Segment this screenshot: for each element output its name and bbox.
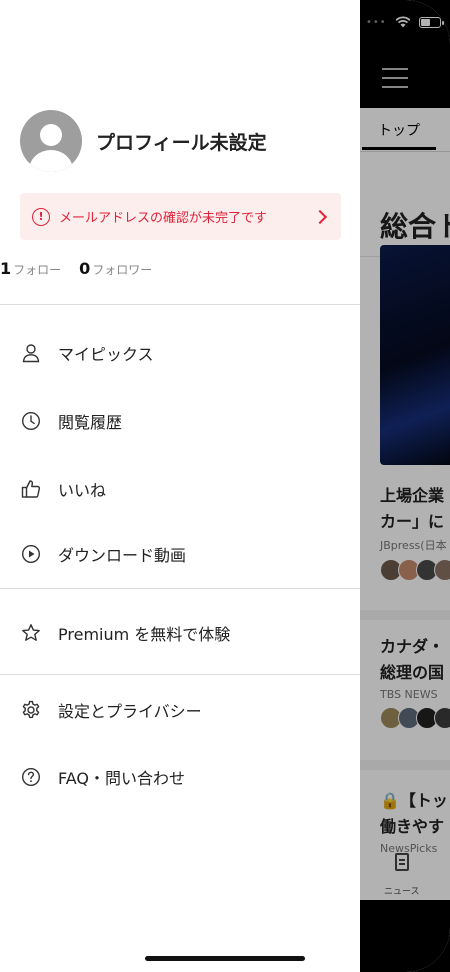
- question-circle-icon: [20, 766, 42, 788]
- play-circle-icon: [20, 543, 42, 565]
- divider: [0, 674, 360, 675]
- side-drawer: プロフィール未設定 ! メールアドレスの確認が未完了です 1 フォロー 0 フォ…: [0, 0, 360, 972]
- menu-label-history: 閲覧履歴: [58, 413, 123, 432]
- follower-label[interactable]: フォロワー: [92, 261, 152, 278]
- menu-label-faq: FAQ・問い合わせ: [58, 769, 185, 788]
- divider: [0, 304, 360, 305]
- thumbs-up-icon: [20, 478, 42, 500]
- chevron-right-icon: [312, 209, 328, 224]
- menu-item-history[interactable]: 閲覧履歴: [0, 397, 360, 445]
- menu-label-premium: Premium を無料で体験: [58, 625, 231, 644]
- gear-icon: [20, 699, 42, 721]
- menu-item-premium[interactable]: Premium を無料で体験: [0, 609, 360, 657]
- person-icon: [20, 342, 42, 364]
- menu-label-downloads: ダウンロード動画: [58, 546, 187, 565]
- follow-count[interactable]: 1: [0, 259, 11, 278]
- menu-item-settings[interactable]: 設定とプライバシー: [0, 686, 360, 734]
- email-unverified-alert[interactable]: ! メールアドレスの確認が未完了です: [20, 193, 341, 240]
- alert-text: メールアドレスの確認が未完了です: [59, 211, 268, 226]
- alert-circle-icon: !: [32, 207, 50, 226]
- clock-icon: [20, 410, 42, 432]
- profile-name[interactable]: プロフィール未設定: [96, 128, 267, 155]
- divider: [0, 588, 360, 589]
- menu-label-likes: いいね: [58, 481, 107, 500]
- follow-stats: 1 フォロー 0 フォロワー: [0, 259, 152, 278]
- menu-label-settings: 設定とプライバシー: [58, 702, 202, 721]
- star-icon: [20, 622, 42, 644]
- follower-count[interactable]: 0: [79, 259, 90, 278]
- menu-item-my-picks[interactable]: マイピックス: [0, 329, 360, 377]
- menu-item-downloads[interactable]: ダウンロード動画: [0, 530, 360, 578]
- menu-item-faq[interactable]: FAQ・問い合わせ: [0, 753, 360, 801]
- home-indicator[interactable]: [145, 956, 305, 961]
- menu-label-my-picks: マイピックス: [58, 345, 154, 364]
- avatar[interactable]: [20, 110, 82, 172]
- menu-item-likes[interactable]: いいね: [0, 465, 360, 513]
- follow-label[interactable]: フォロー: [13, 261, 61, 278]
